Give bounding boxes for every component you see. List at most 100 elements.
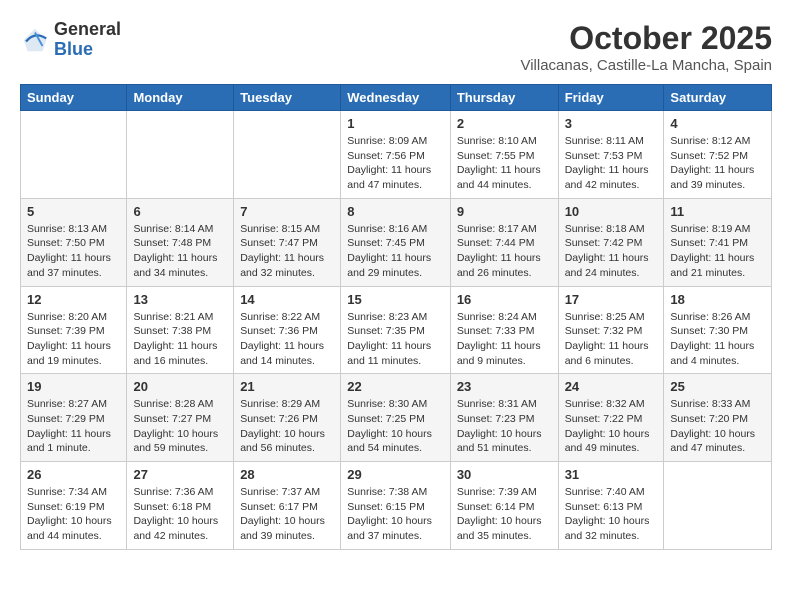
calendar-cell: 4Sunrise: 8:12 AM Sunset: 7:52 PM Daylig… [664, 111, 772, 199]
day-info: Sunrise: 8:25 AM Sunset: 7:32 PM Dayligh… [565, 310, 658, 369]
calendar-header: SundayMondayTuesdayWednesdayThursdayFrid… [21, 85, 772, 111]
calendar-cell: 23 Sunrise: 8:31 AM Sunset: 7:23 PM Dayli… [450, 374, 558, 462]
day-info: Sunrise: 8:21 AM Sunset: 7:38 PM Dayligh… [133, 310, 227, 369]
calendar-cell [664, 462, 772, 550]
page-header: General Blue October 2025 Villacanas, Ca… [20, 20, 772, 74]
day-info: Sunrise: 8:30 AM Sunset: 7:25 PM Dayligh… [347, 397, 444, 456]
month-title: October 2025 [520, 20, 772, 57]
calendar-cell [127, 111, 234, 199]
day-number: 24 [565, 379, 658, 394]
day-info: Sunrise: 8:20 AM Sunset: 7:39 PM Dayligh… [27, 310, 120, 369]
calendar-cell: 10Sunrise: 8:18 AM Sunset: 7:42 PM Dayli… [558, 198, 664, 286]
day-number: 6 [133, 204, 227, 219]
logo-blue-text: Blue [54, 40, 121, 60]
calendar-week-4: 19Sunrise: 8:27 AM Sunset: 7:29 PM Dayli… [21, 374, 772, 462]
calendar-cell: 22 Sunrise: 8:30 AM Sunset: 7:25 PM Dayli… [341, 374, 451, 462]
day-info: Sunrise: 7:37 AM Sunset: 6:17 PM Dayligh… [240, 485, 334, 544]
calendar-cell: 7 Sunrise: 8:15 AM Sunset: 7:47 PM Daylig… [234, 198, 341, 286]
calendar-cell: 6 Sunrise: 8:14 AM Sunset: 7:48 PM Daylig… [127, 198, 234, 286]
logo: General Blue [20, 20, 121, 60]
day-info: Sunrise: 8:15 AM Sunset: 7:47 PM Dayligh… [240, 222, 334, 281]
calendar-cell: 14Sunrise: 8:22 AM Sunset: 7:36 PM Dayli… [234, 286, 341, 374]
logo-text: General Blue [54, 20, 121, 60]
day-number: 30 [457, 467, 552, 482]
day-number: 26 [27, 467, 120, 482]
calendar-cell: 19Sunrise: 8:27 AM Sunset: 7:29 PM Dayli… [21, 374, 127, 462]
calendar-cell: 31Sunrise: 7:40 AM Sunset: 6:13 PM Dayli… [558, 462, 664, 550]
calendar-cell: 20 Sunrise: 8:28 AM Sunset: 7:27 PM Dayli… [127, 374, 234, 462]
day-number: 15 [347, 292, 444, 307]
calendar-week-2: 5 Sunrise: 8:13 AM Sunset: 7:50 PM Daylig… [21, 198, 772, 286]
calendar-week-5: 26Sunrise: 7:34 AM Sunset: 6:19 PM Dayli… [21, 462, 772, 550]
day-number: 29 [347, 467, 444, 482]
day-info: Sunrise: 8:29 AM Sunset: 7:26 PM Dayligh… [240, 397, 334, 456]
day-number: 5 [27, 204, 120, 219]
calendar-cell [21, 111, 127, 199]
day-info: Sunrise: 8:28 AM Sunset: 7:27 PM Dayligh… [133, 397, 227, 456]
day-info: Sunrise: 8:11 AM Sunset: 7:53 PM Dayligh… [565, 134, 658, 193]
day-info: Sunrise: 8:16 AM Sunset: 7:45 PM Dayligh… [347, 222, 444, 281]
weekday-header-sunday: Sunday [21, 85, 127, 111]
calendar-body: 1 Sunrise: 8:09 AM Sunset: 7:56 PM Daylig… [21, 111, 772, 550]
calendar-cell: 28 Sunrise: 7:37 AM Sunset: 6:17 PM Dayli… [234, 462, 341, 550]
day-number: 31 [565, 467, 658, 482]
day-number: 9 [457, 204, 552, 219]
day-info: Sunrise: 8:13 AM Sunset: 7:50 PM Dayligh… [27, 222, 120, 281]
day-info: Sunrise: 8:23 AM Sunset: 7:35 PM Dayligh… [347, 310, 444, 369]
day-number: 7 [240, 204, 334, 219]
title-section: October 2025 Villacanas, Castille-La Man… [520, 20, 772, 74]
day-number: 19 [27, 379, 120, 394]
day-info: Sunrise: 8:17 AM Sunset: 7:44 PM Dayligh… [457, 222, 552, 281]
logo-general-text: General [54, 20, 121, 40]
logo-icon [20, 25, 50, 55]
calendar-cell: 21 Sunrise: 8:29 AM Sunset: 7:26 PM Dayli… [234, 374, 341, 462]
calendar-cell: 16Sunrise: 8:24 AM Sunset: 7:33 PM Dayli… [450, 286, 558, 374]
calendar-cell: 26Sunrise: 7:34 AM Sunset: 6:19 PM Dayli… [21, 462, 127, 550]
calendar-cell: 15 Sunrise: 8:23 AM Sunset: 7:35 PM Dayli… [341, 286, 451, 374]
day-number: 28 [240, 467, 334, 482]
calendar-cell [234, 111, 341, 199]
calendar-week-3: 12Sunrise: 8:20 AM Sunset: 7:39 PM Dayli… [21, 286, 772, 374]
weekday-header-saturday: Saturday [664, 85, 772, 111]
day-info: Sunrise: 8:32 AM Sunset: 7:22 PM Dayligh… [565, 397, 658, 456]
calendar-cell: 29Sunrise: 7:38 AM Sunset: 6:15 PM Dayli… [341, 462, 451, 550]
calendar-cell: 24 Sunrise: 8:32 AM Sunset: 7:22 PM Dayli… [558, 374, 664, 462]
calendar-cell: 8 Sunrise: 8:16 AM Sunset: 7:45 PM Daylig… [341, 198, 451, 286]
day-info: Sunrise: 8:10 AM Sunset: 7:55 PM Dayligh… [457, 134, 552, 193]
day-info: Sunrise: 8:19 AM Sunset: 7:41 PM Dayligh… [670, 222, 765, 281]
day-number: 8 [347, 204, 444, 219]
calendar-cell: 3Sunrise: 8:11 AM Sunset: 7:53 PM Daylig… [558, 111, 664, 199]
day-number: 14 [240, 292, 334, 307]
day-info: Sunrise: 8:26 AM Sunset: 7:30 PM Dayligh… [670, 310, 765, 369]
day-number: 20 [133, 379, 227, 394]
day-number: 25 [670, 379, 765, 394]
weekday-header-tuesday: Tuesday [234, 85, 341, 111]
calendar-cell: 9 Sunrise: 8:17 AM Sunset: 7:44 PM Daylig… [450, 198, 558, 286]
day-number: 13 [133, 292, 227, 307]
day-info: Sunrise: 8:31 AM Sunset: 7:23 PM Dayligh… [457, 397, 552, 456]
day-number: 18 [670, 292, 765, 307]
day-info: Sunrise: 8:09 AM Sunset: 7:56 PM Dayligh… [347, 134, 444, 193]
calendar-cell: 11 Sunrise: 8:19 AM Sunset: 7:41 PM Dayli… [664, 198, 772, 286]
calendar-cell: 25Sunrise: 8:33 AM Sunset: 7:20 PM Dayli… [664, 374, 772, 462]
day-number: 11 [670, 204, 765, 219]
day-number: 4 [670, 116, 765, 131]
day-info: Sunrise: 8:14 AM Sunset: 7:48 PM Dayligh… [133, 222, 227, 281]
day-number: 10 [565, 204, 658, 219]
calendar-cell: 27Sunrise: 7:36 AM Sunset: 6:18 PM Dayli… [127, 462, 234, 550]
calendar-cell: 30Sunrise: 7:39 AM Sunset: 6:14 PM Dayli… [450, 462, 558, 550]
day-number: 23 [457, 379, 552, 394]
day-number: 1 [347, 116, 444, 131]
weekday-row: SundayMondayTuesdayWednesdayThursdayFrid… [21, 85, 772, 111]
calendar-cell: 5 Sunrise: 8:13 AM Sunset: 7:50 PM Daylig… [21, 198, 127, 286]
weekday-header-wednesday: Wednesday [341, 85, 451, 111]
day-number: 21 [240, 379, 334, 394]
location-text: Villacanas, Castille-La Mancha, Spain [520, 57, 772, 74]
calendar-cell: 18 Sunrise: 8:26 AM Sunset: 7:30 PM Dayli… [664, 286, 772, 374]
weekday-header-thursday: Thursday [450, 85, 558, 111]
calendar-week-1: 1 Sunrise: 8:09 AM Sunset: 7:56 PM Daylig… [21, 111, 772, 199]
weekday-header-monday: Monday [127, 85, 234, 111]
calendar-table: SundayMondayTuesdayWednesdayThursdayFrid… [20, 84, 772, 550]
day-number: 22 [347, 379, 444, 394]
day-number: 2 [457, 116, 552, 131]
